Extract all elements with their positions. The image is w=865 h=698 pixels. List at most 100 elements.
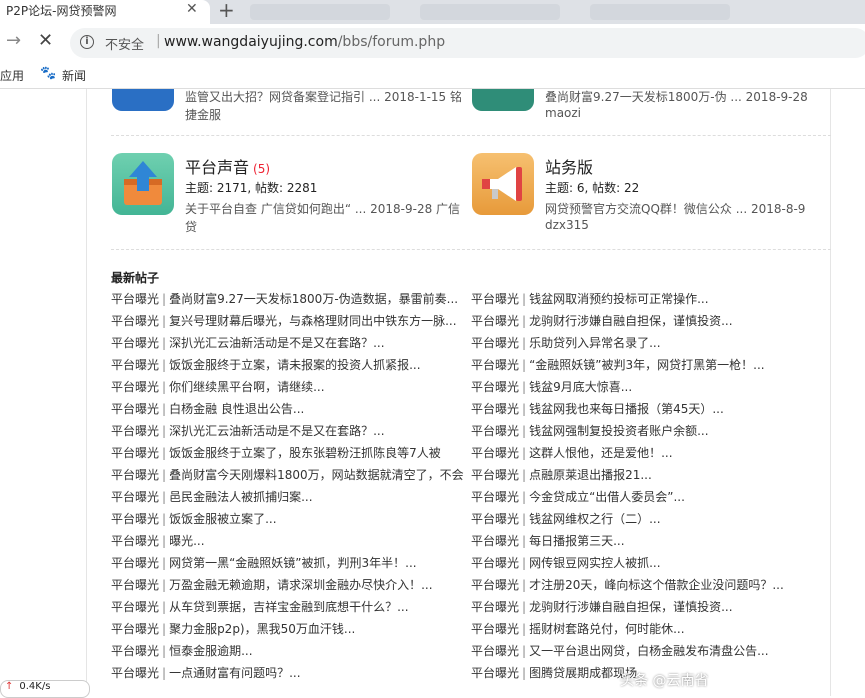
post-item[interactable]: 平台曝光 | 一点通财富有问题吗？... — [111, 662, 471, 684]
post-item[interactable]: 平台曝光 | 点融原莱退出播报21... — [471, 464, 831, 486]
forum-title[interactable]: 平台声音 (5) — [185, 154, 270, 178]
stop-loading-icon[interactable]: ✕ — [38, 30, 53, 51]
post-item[interactable]: 平台曝光 | 聚力金服p2p)，黑我50万血汗钱... — [111, 618, 471, 640]
post-title[interactable]: 曝光... — [169, 534, 204, 548]
post-category[interactable]: 平台曝光 — [111, 314, 159, 328]
post-item[interactable]: 平台曝光 | 白杨金融 良性退出公告... — [111, 398, 471, 420]
post-category[interactable]: 平台曝光 — [111, 578, 159, 592]
post-category[interactable]: 平台曝光 — [471, 336, 519, 350]
forum-last-post[interactable]: 网贷预警官方交流QQ群！微信公众 ... 2018-8-9 — [545, 200, 805, 217]
post-item[interactable]: 平台曝光 | 从车贷到票据，吉祥宝金融到底想干什么？... — [111, 596, 471, 618]
post-category[interactable]: 平台曝光 — [471, 512, 519, 526]
post-title[interactable]: 饭饭金服终于立案了，股东张碧粉汪抓陈良等7人被 — [169, 446, 441, 460]
post-item[interactable]: 平台曝光 | 钱盆网取消预约投标可正常操作... — [471, 288, 831, 310]
post-item[interactable]: 平台曝光 | 才注册20天，峰向标这个借款企业没问题吗？... — [471, 574, 831, 596]
post-title[interactable]: 饭饭金服终于立案，请未报案的投资人抓紧报... — [169, 358, 420, 372]
forum-last-post[interactable]: 叠尚财富9.27一天发标1800万-伪 ... 2018-9-28 — [545, 89, 808, 105]
post-category[interactable]: 平台曝光 — [471, 578, 519, 592]
post-category[interactable]: 平台曝光 — [111, 512, 159, 526]
post-title[interactable]: 叠尚财富今天刚爆料1800万，网站数据就清空了，不会 — [169, 468, 464, 482]
post-title[interactable]: 龙驹财行涉嫌自融自担保，谨慎投资... — [529, 314, 732, 328]
info-icon[interactable]: i — [80, 35, 94, 49]
post-title[interactable]: 钱盆网维权之行（二）... — [529, 512, 660, 526]
new-tab-button[interactable]: + — [218, 0, 235, 22]
post-category[interactable]: 平台曝光 — [471, 402, 519, 416]
forum-icon[interactable] — [472, 89, 534, 111]
post-title[interactable]: 钱盆网强制复投投资者账户余额... — [529, 424, 708, 438]
forum-icon[interactable] — [112, 89, 174, 111]
post-item[interactable]: 平台曝光 | 这群人恨他，还是爱他！... — [471, 442, 831, 464]
post-title[interactable]: 万盈金融无赖逾期，请求深圳金融办尽快介入！... — [169, 578, 432, 592]
post-item[interactable]: 平台曝光 | 深扒光汇云油新活动是不是又在套路？... — [111, 420, 471, 442]
background-tab[interactable] — [250, 4, 390, 20]
url-text[interactable]: www.wangdaiyujing.com/bbs/forum.php — [164, 34, 445, 50]
post-title[interactable]: “金融照妖镜”被判3年，网贷打黑第一枪！... — [529, 358, 765, 372]
post-item[interactable]: 平台曝光 | 钱盆网强制复投投资者账户余额... — [471, 420, 831, 442]
post-item[interactable]: 平台曝光 | 邑民金融法人被抓捕归案... — [111, 486, 471, 508]
post-title[interactable]: 网传银豆网实控人被抓... — [529, 556, 660, 570]
post-title[interactable]: 邑民金融法人被抓捕归案... — [169, 490, 312, 504]
upload-box-icon[interactable] — [112, 153, 174, 215]
post-category[interactable]: 平台曝光 — [111, 402, 159, 416]
post-item[interactable]: 平台曝光 | “金融照妖镜”被判3年，网贷打黑第一枪！... — [471, 354, 831, 376]
post-item[interactable]: 平台曝光 | 饭饭金服被立案了... — [111, 508, 471, 530]
post-category[interactable]: 平台曝光 — [471, 292, 519, 306]
post-category[interactable]: 平台曝光 — [111, 292, 159, 306]
background-tab[interactable] — [420, 4, 560, 20]
post-title[interactable]: 每日播报第三天... — [529, 534, 624, 548]
post-category[interactable]: 平台曝光 — [111, 600, 159, 614]
post-item[interactable]: 平台曝光 | 叠尚财富今天刚爆料1800万，网站数据就清空了，不会 — [111, 464, 471, 486]
forward-icon[interactable]: → — [6, 30, 21, 51]
bookmark-news[interactable]: 新闻 — [62, 67, 86, 84]
post-item[interactable]: 平台曝光 | 今金贷成立“出借人委员会”... — [471, 486, 831, 508]
post-category[interactable]: 平台曝光 — [471, 380, 519, 394]
post-category[interactable]: 平台曝光 — [111, 424, 159, 438]
post-title[interactable]: 今金贷成立“出借人委员会”... — [529, 490, 685, 504]
post-category[interactable]: 平台曝光 — [111, 666, 159, 680]
post-item[interactable]: 平台曝光 | 网贷第一黑“金融照妖镜”被抓，判刑3年半！... — [111, 552, 471, 574]
post-title[interactable]: 点融原莱退出播报21... — [529, 468, 652, 482]
post-category[interactable]: 平台曝光 — [471, 556, 519, 570]
post-title[interactable]: 聚力金服p2p)，黑我50万血汗钱... — [169, 622, 355, 636]
post-item[interactable]: 平台曝光 | 曝光... — [111, 530, 471, 552]
post-title[interactable]: 深扒光汇云油新活动是不是又在套路？... — [169, 336, 384, 350]
post-category[interactable]: 平台曝光 — [471, 490, 519, 504]
post-category[interactable]: 平台曝光 — [111, 490, 159, 504]
post-title[interactable]: 深扒光汇云油新活动是不是又在套路？... — [169, 424, 384, 438]
bookmark-apps[interactable]: 应用 — [0, 67, 24, 84]
post-category[interactable]: 平台曝光 — [471, 622, 519, 636]
post-title[interactable]: 复兴号理财幕后曝光，与森格理财同出中铁东方一脉... — [169, 314, 456, 328]
post-item[interactable]: 平台曝光 | 又一平台退出网贷，白杨金融发布清盘公告... — [471, 640, 831, 662]
post-category[interactable]: 平台曝光 — [471, 534, 519, 548]
post-title[interactable]: 网贷第一黑“金融照妖镜”被抓，判刑3年半！... — [169, 556, 417, 570]
post-title[interactable]: 才注册20天，峰向标这个借款企业没问题吗？... — [529, 578, 784, 592]
post-category[interactable]: 平台曝光 — [471, 600, 519, 614]
post-item[interactable]: 平台曝光 | 你们继续黑平台啊，请继续... — [111, 376, 471, 398]
forum-last-author[interactable]: maozi — [545, 106, 581, 120]
post-category[interactable]: 平台曝光 — [111, 468, 159, 482]
post-title[interactable]: 钱盆9月底大惊喜... — [529, 380, 632, 394]
post-title[interactable]: 钱盆网取消预约投标可正常操作... — [529, 292, 708, 306]
post-item[interactable]: 平台曝光 | 每日播报第三天... — [471, 530, 831, 552]
post-item[interactable]: 平台曝光 | 摇财树套路兑付，何时能休... — [471, 618, 831, 640]
post-title[interactable]: 摇财树套路兑付，何时能休... — [529, 622, 684, 636]
post-item[interactable]: 平台曝光 | 乐助贷列入异常名录了... — [471, 332, 831, 354]
post-category[interactable]: 平台曝光 — [111, 644, 159, 658]
post-title[interactable]: 白杨金融 良性退出公告... — [169, 402, 304, 416]
post-category[interactable]: 平台曝光 — [471, 666, 519, 680]
post-category[interactable]: 平台曝光 — [111, 380, 159, 394]
post-category[interactable]: 平台曝光 — [471, 358, 519, 372]
post-title[interactable]: 饭饭金服被立案了... — [169, 512, 276, 526]
close-tab-icon[interactable]: ✕ — [186, 1, 198, 17]
post-category[interactable]: 平台曝光 — [471, 314, 519, 328]
megaphone-icon[interactable] — [472, 153, 534, 215]
forum-last-author[interactable]: dzx315 — [545, 218, 589, 232]
post-title[interactable]: 一点通财富有问题吗？... — [169, 666, 300, 680]
post-category[interactable]: 平台曝光 — [471, 446, 519, 460]
post-item[interactable]: 平台曝光 | 龙驹财行涉嫌自融自担保，谨慎投资... — [471, 310, 831, 332]
post-item[interactable]: 平台曝光 | 龙驹财行涉嫌自融自担保，谨慎投资... — [471, 596, 831, 618]
post-title[interactable]: 恒泰金服逾期... — [169, 644, 252, 658]
post-category[interactable]: 平台曝光 — [471, 468, 519, 482]
post-title[interactable]: 你们继续黑平台啊，请继续... — [169, 380, 324, 394]
security-label[interactable]: 不安全 — [105, 34, 144, 53]
